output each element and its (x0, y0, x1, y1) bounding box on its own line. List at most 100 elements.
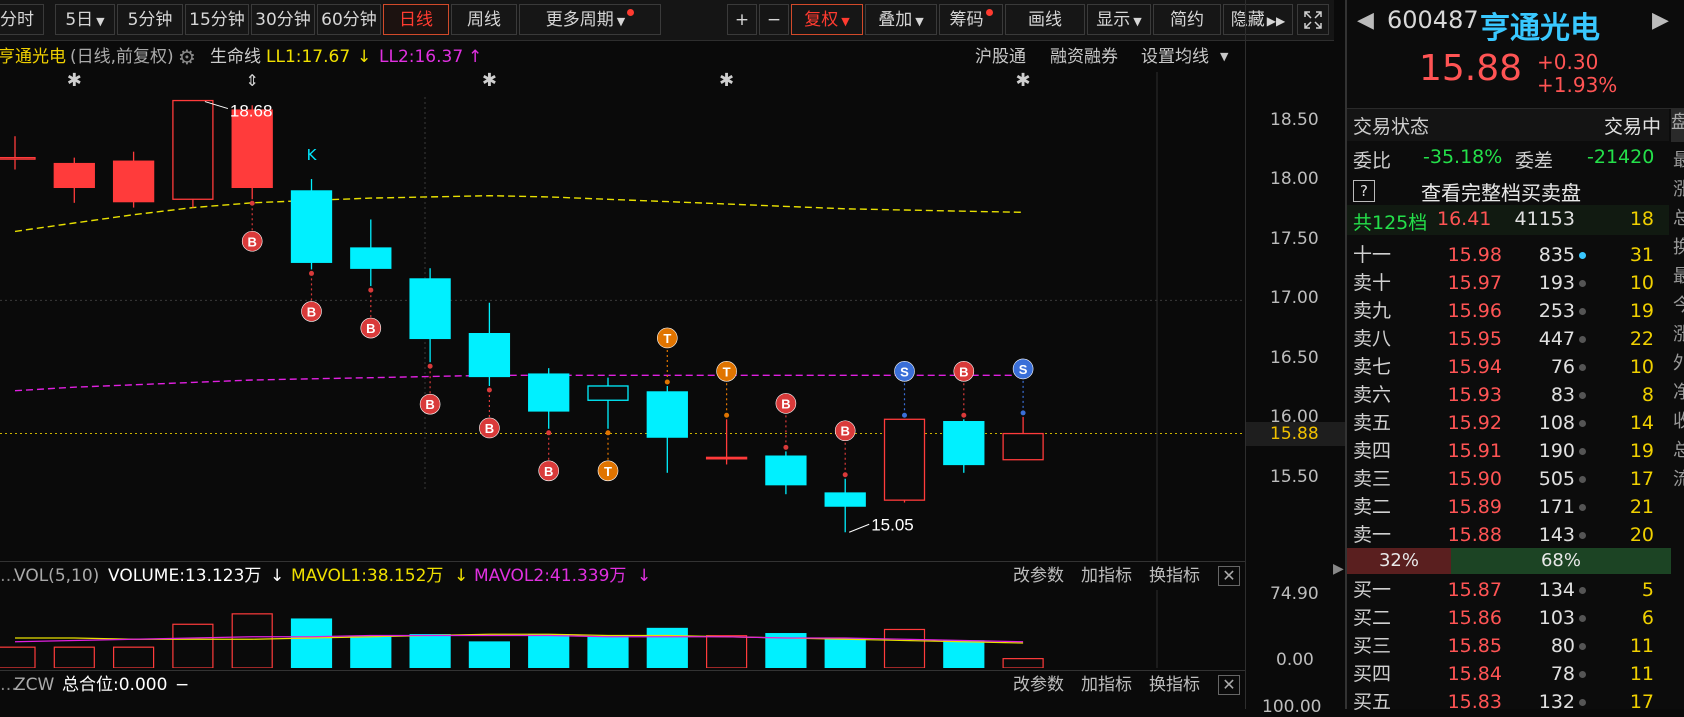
hk-connect-link[interactable]: 沪股通 (975, 42, 1026, 72)
event-arrow-icon[interactable]: ⇕ (245, 72, 258, 90)
candle[interactable] (0, 156, 36, 160)
bid-row[interactable]: 买二 15.86 103 6 (1347, 604, 1672, 632)
ask-row[interactable]: 卖三 15.90 505 17 (1347, 465, 1672, 493)
next-stock-arrow-icon[interactable]: ▶ (1652, 8, 1669, 33)
candle[interactable] (172, 99, 214, 200)
tab-60min[interactable]: 60分钟 (317, 4, 381, 35)
ask-row[interactable]: 卖四 15.91 190 19 (1347, 437, 1672, 465)
event-asterisk-icon[interactable]: ✱ (1016, 72, 1031, 91)
event-asterisk-icon[interactable]: ✱ (482, 72, 497, 91)
tab-15min-label: 15分钟 (189, 10, 245, 30)
candle[interactable] (587, 385, 629, 401)
zcw-edit-params-button[interactable]: 改参数 (1013, 671, 1064, 699)
ask-row[interactable]: 卖七 15.94 76 10 (1347, 353, 1672, 381)
bid-row[interactable]: 买五 15.83 132 17 (1347, 688, 1672, 716)
candle[interactable] (943, 421, 985, 466)
chevron-down-icon: ▼ (1133, 15, 1142, 28)
overlay-button[interactable]: 叠加 ▼ (865, 4, 937, 35)
bid-volume: 132 (1538, 691, 1575, 713)
tab-5day[interactable]: 5日 ▼ (55, 4, 115, 35)
fullscreen-button[interactable] (1297, 4, 1329, 35)
side-tab[interactable]: 盘 (1671, 108, 1684, 142)
ask-row[interactable]: 十一 15.98 835 31 (1347, 241, 1672, 269)
buy-sell-ratio-bar: 32% 68% (1347, 548, 1671, 574)
tab-intraday[interactable]: 分时 (0, 4, 44, 35)
vol-indicator-name[interactable]: VOL(5,10) (14, 562, 99, 590)
kline-chart[interactable]: B B B B B B T T T B B S B S ✱ ✱ ✱ ✱ ⇕ K 18.68 15.05 (0, 72, 1245, 562)
volume-bar (409, 634, 451, 668)
tab-5min[interactable]: 5分钟 (117, 4, 183, 35)
tab-weekly[interactable]: 周线 (451, 4, 517, 35)
candle[interactable] (528, 373, 570, 412)
gear-icon[interactable]: ⚙ (178, 42, 196, 72)
vol-add-indicator-button[interactable]: 加指标 (1081, 562, 1132, 590)
ask-row[interactable]: 卖一 15.88 143 20 (1347, 521, 1672, 549)
tab-15min[interactable]: 15分钟 (185, 4, 249, 35)
zcw-indicator-name[interactable]: ZCW (14, 671, 54, 699)
candle[interactable] (53, 162, 95, 189)
ask-row[interactable]: 卖八 15.95 447 22 (1347, 325, 1672, 353)
candle[interactable] (765, 455, 807, 486)
candle[interactable] (290, 190, 333, 263)
tab-daily[interactable]: 日线 (383, 4, 449, 35)
candle[interactable] (1002, 432, 1044, 461)
zcw-add-indicator-button[interactable]: 加指标 (1081, 671, 1132, 699)
bid-row[interactable]: 买一 15.87 134 5 (1347, 576, 1672, 604)
candle[interactable] (409, 278, 451, 340)
bid-level-label: 买四 (1353, 663, 1392, 685)
prev-stock-arrow-icon[interactable]: ◀ (1357, 8, 1374, 33)
ask-row[interactable]: 卖二 15.89 171 21 (1347, 493, 1672, 521)
candle[interactable] (646, 391, 688, 438)
candle[interactable] (705, 456, 748, 460)
set-ma-link[interactable]: 设置均线 (1141, 42, 1209, 72)
candle[interactable] (468, 333, 511, 378)
zcw-switch-indicator-button[interactable]: 换指标 (1149, 671, 1200, 699)
bid-row[interactable]: 买三 15.85 80 11 (1347, 632, 1672, 660)
display-button[interactable]: 显示 ▼ (1087, 4, 1151, 35)
signal-dot (961, 412, 967, 418)
tab-30min[interactable]: 30分钟 (251, 4, 315, 35)
simple-mode-button[interactable]: 简约 (1153, 4, 1221, 35)
hide-button[interactable]: 隐藏 ▶▶ (1223, 4, 1293, 35)
ask-row[interactable]: 卖十 15.97 193 10 (1347, 269, 1672, 297)
candle[interactable] (112, 160, 155, 203)
volume-bar (883, 628, 926, 668)
volume-chart[interactable] (0, 590, 1245, 668)
tab-more-periods[interactable]: 更多周期 ▼ (519, 4, 661, 35)
vol-switch-indicator-button[interactable]: 换指标 (1149, 562, 1200, 590)
close-icon[interactable]: ✕ (1218, 675, 1240, 695)
zoom-in-button[interactable]: + (727, 4, 757, 35)
bid-row[interactable]: 买四 15.84 78 11 (1347, 660, 1672, 688)
vol-edit-params-button[interactable]: 改参数 (1013, 562, 1064, 590)
signal-dot (1020, 410, 1026, 416)
draw-line-button[interactable]: 画线 (1005, 4, 1085, 35)
signal-label: T (663, 331, 671, 346)
ask-row[interactable]: 卖五 15.92 108 14 (1347, 409, 1672, 437)
event-asterisk-icon[interactable]: ✱ (67, 72, 82, 91)
vol-volume-value: VOLUME:13.123万 (108, 566, 262, 586)
chips-button[interactable]: 筹码 (939, 4, 1003, 35)
event-asterisk-icon[interactable]: ✱ (719, 72, 734, 91)
margin-link[interactable]: 融资融券 (1050, 42, 1118, 72)
order-diff-value: -21420 (1587, 146, 1655, 168)
candle[interactable] (350, 247, 392, 269)
help-icon[interactable]: ? (1353, 180, 1375, 202)
arrow-up-icon: ↑ (468, 47, 483, 67)
ask-row[interactable]: 卖六 15.93 83 8 (1347, 381, 1672, 409)
ask-row[interactable]: 卖九 15.96 253 19 (1347, 297, 1672, 325)
zoom-out-button[interactable]: − (759, 4, 789, 35)
bid-order-count: 11 (1629, 635, 1654, 657)
candle[interactable] (883, 418, 926, 501)
close-icon[interactable]: ✕ (1218, 566, 1240, 586)
status-value: 交易中 (1603, 116, 1661, 138)
full-order-book-link[interactable]: 查看完整档买卖盘 (1421, 177, 1581, 206)
chevron-down-icon: ▼ (915, 15, 924, 28)
candle[interactable] (824, 492, 866, 507)
price-tick-label: 16.50 (1270, 347, 1319, 368)
candle[interactable] (231, 109, 273, 189)
tab-30min-label: 30分钟 (255, 10, 311, 30)
tab-5min-label: 5分钟 (127, 10, 173, 30)
order-dot-icon (1579, 699, 1586, 706)
collapse-arrow-icon[interactable]: ▶ (1333, 561, 1344, 577)
adjust-rights-button[interactable]: 复权 ▼ (791, 4, 863, 35)
